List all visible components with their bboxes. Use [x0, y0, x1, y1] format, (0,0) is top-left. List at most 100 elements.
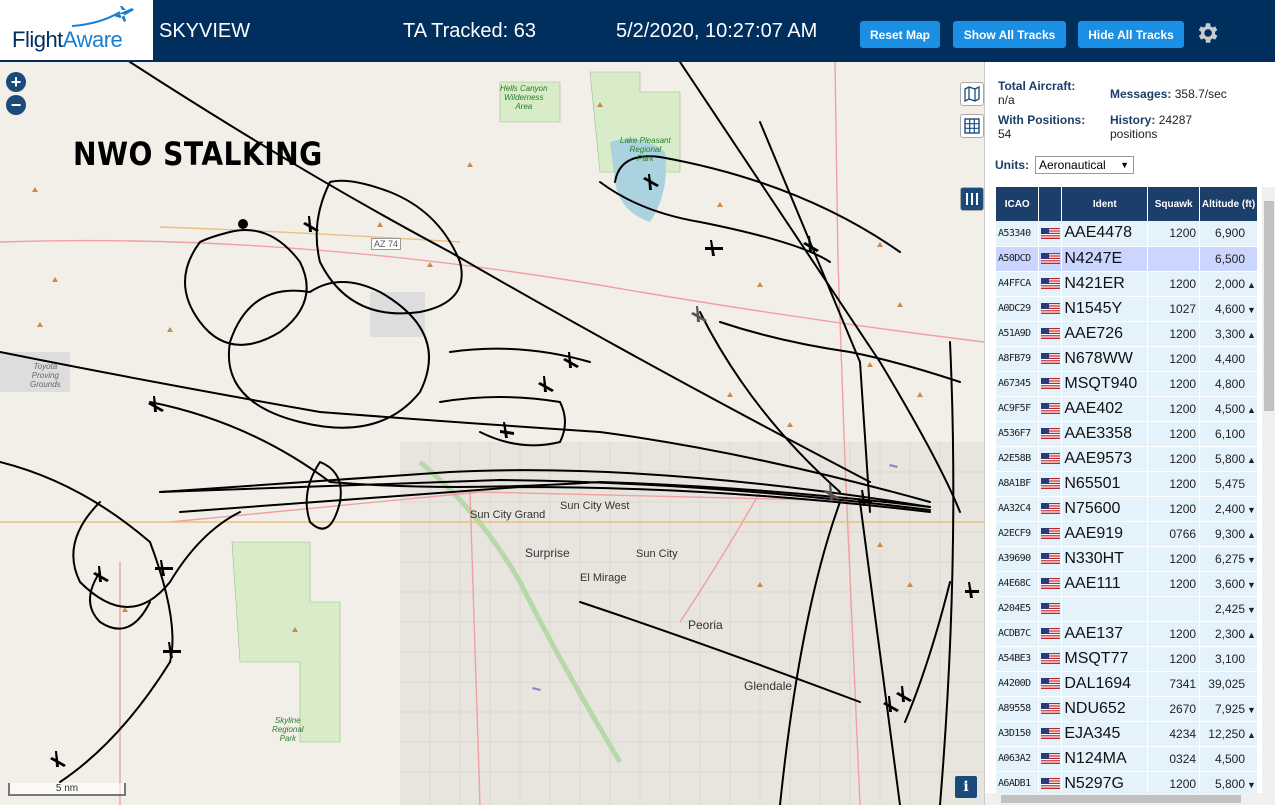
- table-row[interactable]: A54BE3 MSQT77 1200 3,100: [996, 646, 1258, 672]
- cell-icao: A2ECF9: [996, 521, 1040, 547]
- table-row[interactable]: A3D150 EJA345 4234 12,250 ▲: [996, 721, 1258, 747]
- altitude-value: 5,800: [1214, 451, 1245, 466]
- horizontal-scrollbar[interactable]: [985, 793, 1262, 805]
- hide-all-tracks-button[interactable]: Hide All Tracks: [1078, 21, 1184, 48]
- table-row[interactable]: A536F7 AAE3358 1200 6,100: [996, 421, 1258, 447]
- cell-icao: A4FFCA: [996, 271, 1040, 297]
- table-row[interactable]: A204E5 2,425 ▼: [996, 596, 1258, 622]
- us-flag-icon: [1040, 453, 1060, 465]
- cell-icao: A50DCD: [996, 246, 1040, 272]
- table-row[interactable]: A53340 AAE4478 1200 6,900: [996, 221, 1258, 247]
- cell-altitude: 4,500: [1199, 746, 1258, 772]
- history-stat: History: 24287 positions: [1110, 113, 1193, 141]
- altitude-value: 3,600: [1214, 576, 1245, 591]
- us-flag-icon: [1040, 353, 1060, 365]
- label-az74: AZ 74: [371, 238, 402, 250]
- table-row[interactable]: A50DCD N4247E 6,500: [996, 246, 1258, 272]
- column-altitude[interactable]: Altitude (ft): [1199, 187, 1258, 221]
- altitude-value: 6,100: [1214, 426, 1245, 441]
- cell-icao: A0DC29: [996, 296, 1040, 322]
- column-squawk[interactable]: Squawk: [1147, 187, 1201, 221]
- cell-flag: [1038, 646, 1063, 672]
- altitude-trend-icon: ▼: [1247, 604, 1256, 615]
- cell-icao: A53340: [996, 221, 1040, 247]
- column-icao[interactable]: ICAO: [996, 187, 1040, 221]
- cell-flag: [1038, 571, 1063, 597]
- cell-flag: [1038, 471, 1063, 497]
- cell-ident: AAE919: [1061, 521, 1149, 547]
- altitude-trend-icon: ▼: [1247, 779, 1256, 790]
- cell-squawk: 1200: [1147, 396, 1201, 422]
- cell-ident: N124MA: [1061, 746, 1149, 772]
- cell-flag: [1038, 671, 1063, 697]
- grid-toggle[interactable]: [960, 114, 984, 138]
- cell-flag: [1038, 521, 1063, 547]
- cell-squawk: 7341: [1147, 671, 1201, 697]
- us-flag-icon: [1040, 403, 1060, 415]
- with-positions-stat: With Positions: 54: [998, 113, 1086, 141]
- table-row[interactable]: AA32C4 N75600 1200 2,400 ▼: [996, 496, 1258, 522]
- altitude-value: 6,500: [1214, 251, 1245, 266]
- table-row[interactable]: A8FB79 N678WW 1200 4,400: [996, 346, 1258, 372]
- table-row[interactable]: A39690 N330HT 1200 6,275 ▼: [996, 546, 1258, 572]
- cell-flag: [1038, 621, 1063, 647]
- us-flag-icon: [1040, 553, 1060, 565]
- cell-flag: [1038, 696, 1063, 722]
- table-row[interactable]: A2E58B AAE9573 1200 5,800 ▲: [996, 446, 1258, 472]
- table-row[interactable]: A063A2 N124MA 0324 4,500: [996, 746, 1258, 772]
- flightaware-logo[interactable]: FlightAware: [0, 0, 153, 62]
- us-flag-icon: [1040, 227, 1060, 239]
- table-row[interactable]: A8A1BF N65501 1200 5,475: [996, 471, 1258, 497]
- cell-icao: AA32C4: [996, 496, 1040, 522]
- cell-ident: N65501: [1061, 471, 1149, 497]
- basemap-toggle[interactable]: [960, 82, 984, 106]
- table-row[interactable]: A4E68C AAE111 1200 3,600 ▼: [996, 571, 1258, 597]
- cell-squawk: 1200: [1147, 271, 1201, 297]
- gear-icon[interactable]: [1194, 20, 1220, 46]
- table-row[interactable]: A2ECF9 AAE919 0766 9,300 ▲: [996, 521, 1258, 547]
- table-row[interactable]: A4FFCA N421ER 1200 2,000 ▲: [996, 271, 1258, 297]
- cell-icao: A8FB79: [996, 346, 1040, 372]
- scrollbar-thumb[interactable]: [1264, 201, 1274, 411]
- columns-toggle[interactable]: [960, 187, 984, 211]
- column-ident[interactable]: Ident: [1061, 187, 1149, 221]
- units-select[interactable]: Aeronautical ▼: [1035, 156, 1134, 174]
- cell-flag: [1038, 271, 1063, 297]
- map-canvas[interactable]: Sun City Grand Sun City West Surprise Su…: [0, 62, 984, 805]
- cell-squawk: 0324: [1147, 746, 1201, 772]
- altitude-value: 4,400: [1214, 351, 1245, 366]
- altitude-value: 4,800: [1214, 376, 1245, 391]
- reset-map-button[interactable]: Reset Map: [860, 21, 940, 48]
- table-row[interactable]: AC9F5F AAE402 1200 4,500 ▲: [996, 396, 1258, 422]
- show-all-tracks-button[interactable]: Show All Tracks: [953, 21, 1066, 48]
- us-flag-icon: [1040, 303, 1060, 315]
- zoom-out-button[interactable]: −: [6, 95, 26, 115]
- aircraft-table: ICAO Ident Squawk Altitude (ft) A53340 A…: [996, 187, 1258, 797]
- aircraft-panel: Total Aircraft: n/a With Positions: 54 Mes…: [984, 62, 1275, 805]
- table-row[interactable]: A67345 MSQT940 1200 4,800: [996, 371, 1258, 397]
- table-row[interactable]: A0DC29 N1545Y 1027 4,600 ▼: [996, 296, 1258, 322]
- us-flag-icon: [1040, 653, 1060, 665]
- map-scale-bar: 5 nm: [8, 783, 126, 796]
- column-flag[interactable]: [1038, 187, 1063, 221]
- cell-squawk: 1200: [1147, 621, 1201, 647]
- altitude-value: 3,100: [1214, 651, 1245, 666]
- altitude-value: 5,475: [1214, 476, 1245, 491]
- cell-squawk: 1200: [1147, 496, 1201, 522]
- cell-icao: AC9F5F: [996, 396, 1040, 422]
- cell-squawk: 1200: [1147, 546, 1201, 572]
- info-button[interactable]: i: [955, 776, 977, 798]
- table-row[interactable]: A89558 NDU652 2670 7,925 ▼: [996, 696, 1258, 722]
- app-title: SKYVIEW: [159, 20, 251, 42]
- cell-ident: MSQT77: [1061, 646, 1149, 672]
- table-row[interactable]: A4200D DAL1694 7341 39,025: [996, 671, 1258, 697]
- horizontal-scrollbar-thumb[interactable]: [1001, 795, 1241, 803]
- altitude-value: 2,425: [1214, 601, 1245, 616]
- label-toyota: Toyota Proving Grounds: [30, 362, 61, 389]
- table-row[interactable]: A51A9D AAE726 1200 3,300 ▲: [996, 321, 1258, 347]
- table-row[interactable]: ACDB7C AAE137 1200 2,300 ▲: [996, 621, 1258, 647]
- zoom-in-button[interactable]: +: [6, 72, 26, 92]
- altitude-trend-icon: ▼: [1247, 704, 1256, 715]
- table-scrollbar[interactable]: [1262, 187, 1275, 805]
- cell-flag: [1038, 321, 1063, 347]
